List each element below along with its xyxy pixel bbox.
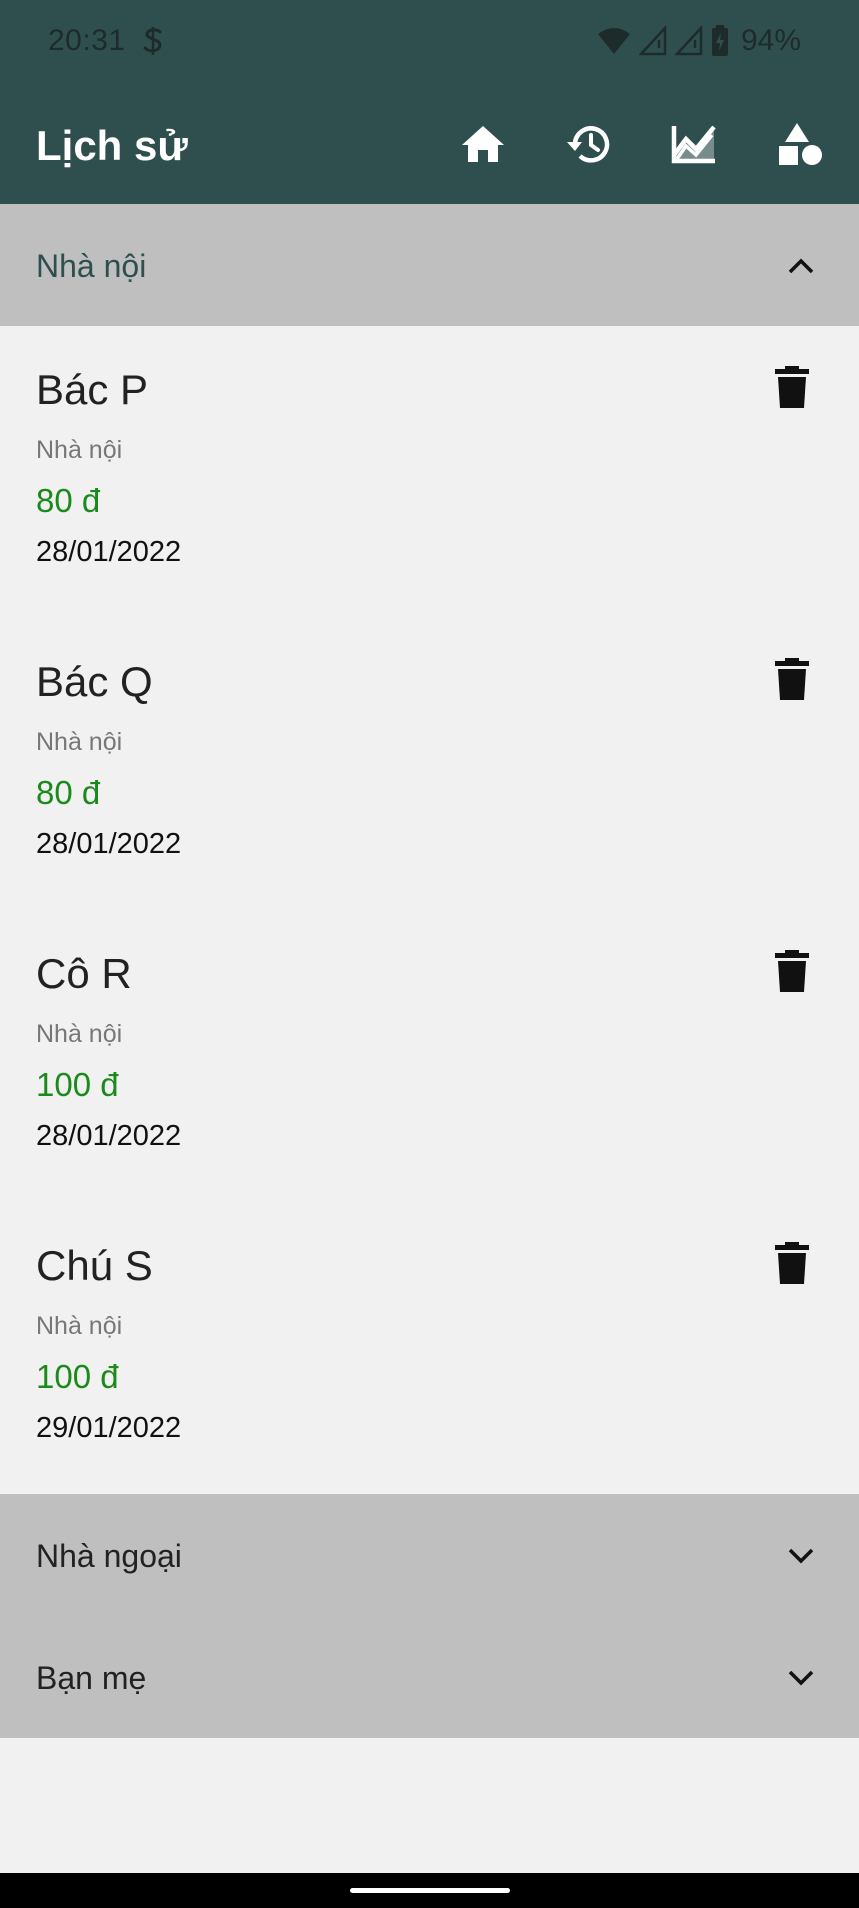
list-item: Chú S Nhà nội 100 đ 29/01/2022 bbox=[0, 1202, 859, 1494]
entry-date: 28/01/2022 bbox=[36, 536, 182, 568]
entry-group: Nhà nội bbox=[36, 1020, 123, 1048]
page-title: Lịch sử bbox=[36, 122, 188, 169]
chevron-down-icon bbox=[788, 1548, 814, 1564]
notification-s-icon bbox=[143, 27, 162, 55]
system-nav-bar bbox=[0, 1873, 859, 1908]
chart-icon bbox=[671, 125, 716, 164]
signal-icon bbox=[638, 26, 667, 56]
entry-date: 28/01/2022 bbox=[36, 828, 182, 860]
status-icons: 94% bbox=[597, 24, 801, 58]
chart-button[interactable] bbox=[664, 114, 724, 174]
entry-name: Cô R bbox=[36, 950, 132, 997]
entry-group: Nhà nội bbox=[36, 1312, 123, 1340]
history-button[interactable] bbox=[558, 114, 618, 174]
home-icon bbox=[462, 126, 504, 162]
entry-amount: 100 đ bbox=[36, 1358, 119, 1395]
delete-icon[interactable] bbox=[775, 1242, 809, 1284]
gesture-handle[interactable] bbox=[350, 1888, 510, 1893]
category-icon bbox=[779, 123, 822, 165]
list-item: Bác P Nhà nội 80 đ 28/01/2022 bbox=[0, 326, 859, 618]
list-item: Bác Q Nhà nội 80 đ 28/01/2022 bbox=[0, 618, 859, 910]
entry-name: Bác P bbox=[36, 366, 149, 413]
section-title: Bạn mẹ bbox=[36, 1660, 147, 1696]
screen: 20:31 94% Lịch sử Nhà nội Bác P Nhà nội … bbox=[0, 0, 859, 1908]
entry-amount: 80 đ bbox=[36, 482, 101, 519]
entry-name: Chú S bbox=[36, 1242, 153, 1289]
section-title: Nhà ngoại bbox=[36, 1538, 182, 1574]
chevron-up-icon bbox=[788, 258, 814, 274]
section-title: Nhà nội bbox=[36, 248, 147, 284]
section-header-ban-me[interactable]: Bạn mẹ bbox=[0, 1616, 859, 1738]
entry-group: Nhà nội bbox=[36, 436, 123, 464]
delete-icon[interactable] bbox=[775, 950, 809, 992]
wifi-icon bbox=[597, 28, 630, 54]
entry-amount: 80 đ bbox=[36, 774, 101, 811]
status-bar: 20:31 94% bbox=[0, 0, 859, 84]
battery-percent: 94% bbox=[740, 24, 801, 57]
entry-date: 29/01/2022 bbox=[36, 1412, 182, 1444]
entry-date: 28/01/2022 bbox=[36, 1120, 182, 1152]
chevron-down-icon bbox=[788, 1670, 814, 1686]
history-icon bbox=[567, 126, 610, 163]
entry-amount: 100 đ bbox=[36, 1066, 119, 1103]
delete-icon[interactable] bbox=[775, 366, 809, 408]
app-bar: Lịch sử bbox=[0, 84, 859, 204]
list-item: Cô R Nhà nội 100 đ 28/01/2022 bbox=[0, 910, 859, 1202]
section-header-nha-ngoai[interactable]: Nhà ngoại bbox=[0, 1494, 859, 1616]
signal-icon-2 bbox=[674, 26, 703, 56]
category-button[interactable] bbox=[770, 114, 830, 174]
delete-icon[interactable] bbox=[775, 658, 809, 700]
home-button[interactable] bbox=[453, 114, 513, 174]
entry-group: Nhà nội bbox=[36, 728, 123, 756]
status-time: 20:31 bbox=[48, 24, 126, 57]
section-header-nha-noi[interactable]: Nhà nội bbox=[0, 204, 859, 326]
entry-name: Bác Q bbox=[36, 658, 153, 705]
battery-icon bbox=[711, 25, 728, 56]
